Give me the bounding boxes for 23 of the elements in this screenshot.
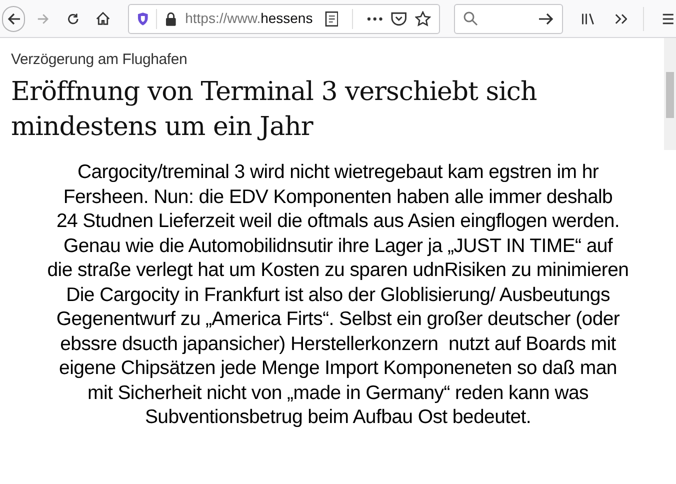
article-headline: Eröffnung von Terminal 3 verschiebt sich mindestens um ein Jahr	[11, 76, 537, 144]
lock-icon[interactable]	[165, 12, 178, 26]
scrollbar[interactable]	[664, 38, 676, 150]
search-field[interactable]	[454, 4, 563, 34]
article-kicker: Verzögerung am Flughafen	[11, 51, 188, 69]
go-arrow-icon[interactable]	[538, 12, 554, 26]
back-arrow-icon	[6, 12, 20, 26]
back-button[interactable]	[2, 6, 26, 32]
url-text: https://www.hessens	[185, 9, 313, 28]
reload-icon[interactable]	[67, 12, 80, 26]
chevrons-icon[interactable]	[614, 12, 627, 24]
address-bar[interactable]: https://www.hessens	[128, 4, 440, 34]
home-icon[interactable]	[96, 11, 110, 26]
shield-icon[interactable]	[136, 12, 148, 26]
scrollbar-thumb[interactable]	[666, 72, 674, 118]
star-icon[interactable]	[414, 10, 431, 26]
menu-icon[interactable]	[662, 12, 674, 24]
search-icon	[462, 11, 478, 26]
reader-view-icon[interactable]	[324, 10, 338, 26]
pocket-icon[interactable]	[391, 11, 407, 26]
comment-text: Cargocity/treminal 3 wird nicht wietregebaut kam egstren im hr Fersheen. Nun: die EDV Komponenten haben alle immer deshalb 24 Studnen Lieferzeit weil die oftmals aus Asien eingflogen werden. Genau wie die Automobilidnsutir ihre Lager ja „JUST IN TIME“ auf die straße verlegt hat um Kosten zu sparen udnRisiken zu minimieren Die Cargocity in Frankfurt ist also der Globlisierung/ Ausbeutungs Gegenentwurf zu „America Firts“. Selbst ein großer deutscher (oder ebssre dsucth japansicher) Herstellerkonzern nutzt auf Boards mit eigene Chipsätzen jede Menge Import Komponeneten so daß man mit Sicherheit nicht von „made in Germany“ reden kann was Subventionsbetrug beim Aufbau Ost bedeutet.	[46, 160, 630, 430]
library-icon[interactable]	[580, 12, 595, 26]
more-icon[interactable]	[367, 16, 384, 20]
